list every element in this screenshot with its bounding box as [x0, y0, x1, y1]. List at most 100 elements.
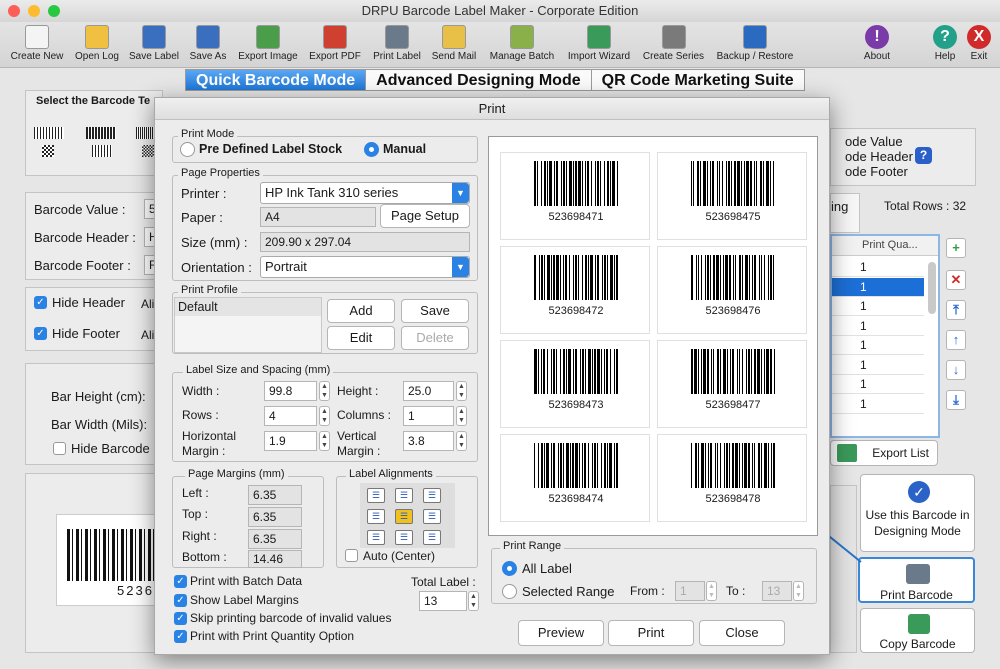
delete-profile-button[interactable]: Delete [401, 326, 469, 350]
to-input[interactable]: 13 [762, 581, 792, 601]
vertical-margin-input[interactable]: 3.8 [403, 431, 454, 451]
toolbar-import-wizard-button[interactable]: Import Wizard [562, 22, 636, 68]
align-middle-left-icon[interactable]: ☰ [367, 509, 385, 524]
columns-input[interactable]: 1 [403, 406, 454, 426]
delete-row-icon[interactable]: ✕ [946, 270, 966, 290]
close-button[interactable]: Close [699, 620, 785, 646]
align-top-left-icon[interactable]: ☰ [367, 488, 385, 503]
tab-partial[interactable]: ing [830, 193, 860, 233]
from-stepper[interactable]: ▲ ▼ [706, 581, 717, 601]
to-stepper[interactable]: ▲ ▼ [793, 581, 804, 601]
tab-qr-code-marketing-suite[interactable]: QR Code Marketing Suite [591, 70, 804, 90]
add-profile-button[interactable]: Add [327, 299, 395, 323]
rows-stepper[interactable]: ▲ ▼ [319, 406, 330, 426]
barcode-type-thumb[interactable] [86, 127, 116, 139]
total-label-input[interactable]: 13 [419, 591, 467, 611]
table-row[interactable]: 1 [832, 258, 924, 277]
align-middle-center-icon[interactable]: ☰ [395, 509, 413, 524]
tab-quick-barcode-mode[interactable]: Quick Barcode Mode [186, 70, 367, 90]
copy-barcode-button[interactable]: Copy Barcode [860, 608, 975, 653]
toolbar-print-label-button[interactable]: Print Label [369, 22, 425, 68]
align-bottom-left-icon[interactable]: ☰ [367, 530, 385, 545]
page-setup-button[interactable]: Page Setup [380, 204, 470, 228]
width-stepper[interactable]: ▲ ▼ [319, 381, 330, 401]
zoom-window-button[interactable] [48, 5, 60, 17]
print-batch-data-checkbox[interactable]: ✓ [174, 575, 187, 588]
height-stepper[interactable]: ▲ ▼ [456, 381, 467, 401]
minimize-window-button[interactable] [28, 5, 40, 17]
print-quantity-option-checkbox[interactable]: ✓ [174, 630, 187, 643]
toolbar-export-pdf-button[interactable]: Export PDF [306, 22, 364, 68]
close-window-button[interactable] [8, 5, 20, 17]
align-top-center-icon[interactable]: ☰ [395, 488, 413, 503]
align-top-right-icon[interactable]: ☰ [423, 488, 441, 503]
profile-list[interactable]: Default [174, 297, 322, 353]
columns-stepper[interactable]: ▲ ▼ [456, 406, 467, 426]
edit-profile-button[interactable]: Edit [327, 326, 395, 350]
orientation-select[interactable]: Portrait ▼ [260, 256, 470, 278]
toolbar-create-series-button[interactable]: Create Series [637, 22, 710, 68]
table-row[interactable]: 1 [832, 277, 924, 297]
table-row[interactable]: 1 [832, 317, 924, 336]
left-margin-field[interactable]: 6.35 [248, 485, 302, 505]
move-top-icon[interactable]: ⤒ [946, 300, 966, 320]
about-button[interactable]: ! About [862, 22, 892, 68]
barcode-type-thumb[interactable] [34, 127, 64, 139]
all-label-radio[interactable] [502, 561, 517, 576]
right-margin-field[interactable]: 6.35 [248, 529, 302, 549]
pre-defined-label-stock-radio[interactable] [180, 142, 195, 157]
height-input[interactable]: 25.0 [403, 381, 454, 401]
print-button[interactable]: Print [608, 620, 694, 646]
show-label-margins-checkbox[interactable]: ✓ [174, 594, 187, 607]
manual-radio[interactable] [364, 142, 379, 157]
table-row[interactable]: 1 [832, 336, 924, 355]
toolbar-save-as-button[interactable]: Save As [186, 22, 230, 68]
list-item[interactable]: Default [175, 298, 321, 316]
toolbar-manage-batch-button[interactable]: Manage Batch [484, 22, 560, 68]
table-row[interactable]: 1 [832, 375, 924, 394]
table-row[interactable]: 1 [832, 395, 924, 414]
horizontal-margin-input[interactable]: 1.9 [264, 431, 317, 451]
grid-scrollbar[interactable] [928, 262, 936, 314]
toolbar-open-log-button[interactable]: Open Log [70, 22, 124, 68]
align-middle-right-icon[interactable]: ☰ [423, 509, 441, 524]
print-barcode-button[interactable]: Print Barcode [858, 557, 975, 603]
move-down-icon[interactable]: ↓ [946, 360, 966, 380]
barcode-type-thumb[interactable] [92, 145, 112, 157]
table-row[interactable]: 1 [832, 356, 924, 375]
hide-header-checkbox[interactable]: ✓ [34, 296, 47, 309]
use-in-designing-mode-button[interactable]: ✓ Use this Barcode in Designing Mode [860, 474, 975, 552]
preview-button[interactable]: Preview [518, 620, 604, 646]
barcode-type-thumb[interactable] [142, 145, 154, 157]
add-row-icon[interactable]: + [946, 238, 966, 258]
barcode-type-thumb[interactable] [42, 145, 54, 157]
tab-advanced-designing-mode[interactable]: Advanced Designing Mode [366, 70, 592, 90]
align-bottom-center-icon[interactable]: ☰ [395, 530, 413, 545]
total-label-stepper[interactable]: ▲ ▼ [468, 591, 479, 611]
toolbar-send-mail-button[interactable]: Send Mail [428, 22, 480, 68]
printer-select[interactable]: HP Ink Tank 310 series ▼ [260, 182, 470, 204]
toolbar-save-label-button[interactable]: Save Label [125, 22, 183, 68]
skip-invalid-checkbox[interactable]: ✓ [174, 612, 187, 625]
vertical-margin-stepper[interactable]: ▲ ▼ [456, 431, 467, 451]
toolbar-export-image-button[interactable]: Export Image [233, 22, 303, 68]
help-icon[interactable]: ? [915, 147, 932, 164]
help-button[interactable]: ? Help [930, 22, 960, 68]
hide-barcode-checkbox[interactable] [53, 442, 66, 455]
table-row[interactable]: 1 [832, 297, 924, 316]
selected-range-radio[interactable] [502, 584, 517, 599]
bottom-margin-field[interactable]: 14.46 [248, 550, 302, 568]
exit-button[interactable]: X Exit [964, 22, 994, 68]
align-bottom-right-icon[interactable]: ☰ [423, 530, 441, 545]
horizontal-margin-stepper[interactable]: ▲ ▼ [319, 431, 330, 451]
move-bottom-icon[interactable]: ⤓ [946, 390, 966, 410]
hide-footer-checkbox[interactable]: ✓ [34, 327, 47, 340]
save-profile-button[interactable]: Save [401, 299, 469, 323]
move-up-icon[interactable]: ↑ [946, 330, 966, 350]
toolbar-backup-restore-button[interactable]: Backup / Restore [711, 22, 799, 68]
rows-input[interactable]: 4 [264, 406, 317, 426]
width-input[interactable]: 99.8 [264, 381, 317, 401]
export-list-button[interactable]: Export List [830, 440, 938, 466]
toolbar-create-new-button[interactable]: Create New [4, 22, 70, 68]
top-margin-field[interactable]: 6.35 [248, 507, 302, 527]
